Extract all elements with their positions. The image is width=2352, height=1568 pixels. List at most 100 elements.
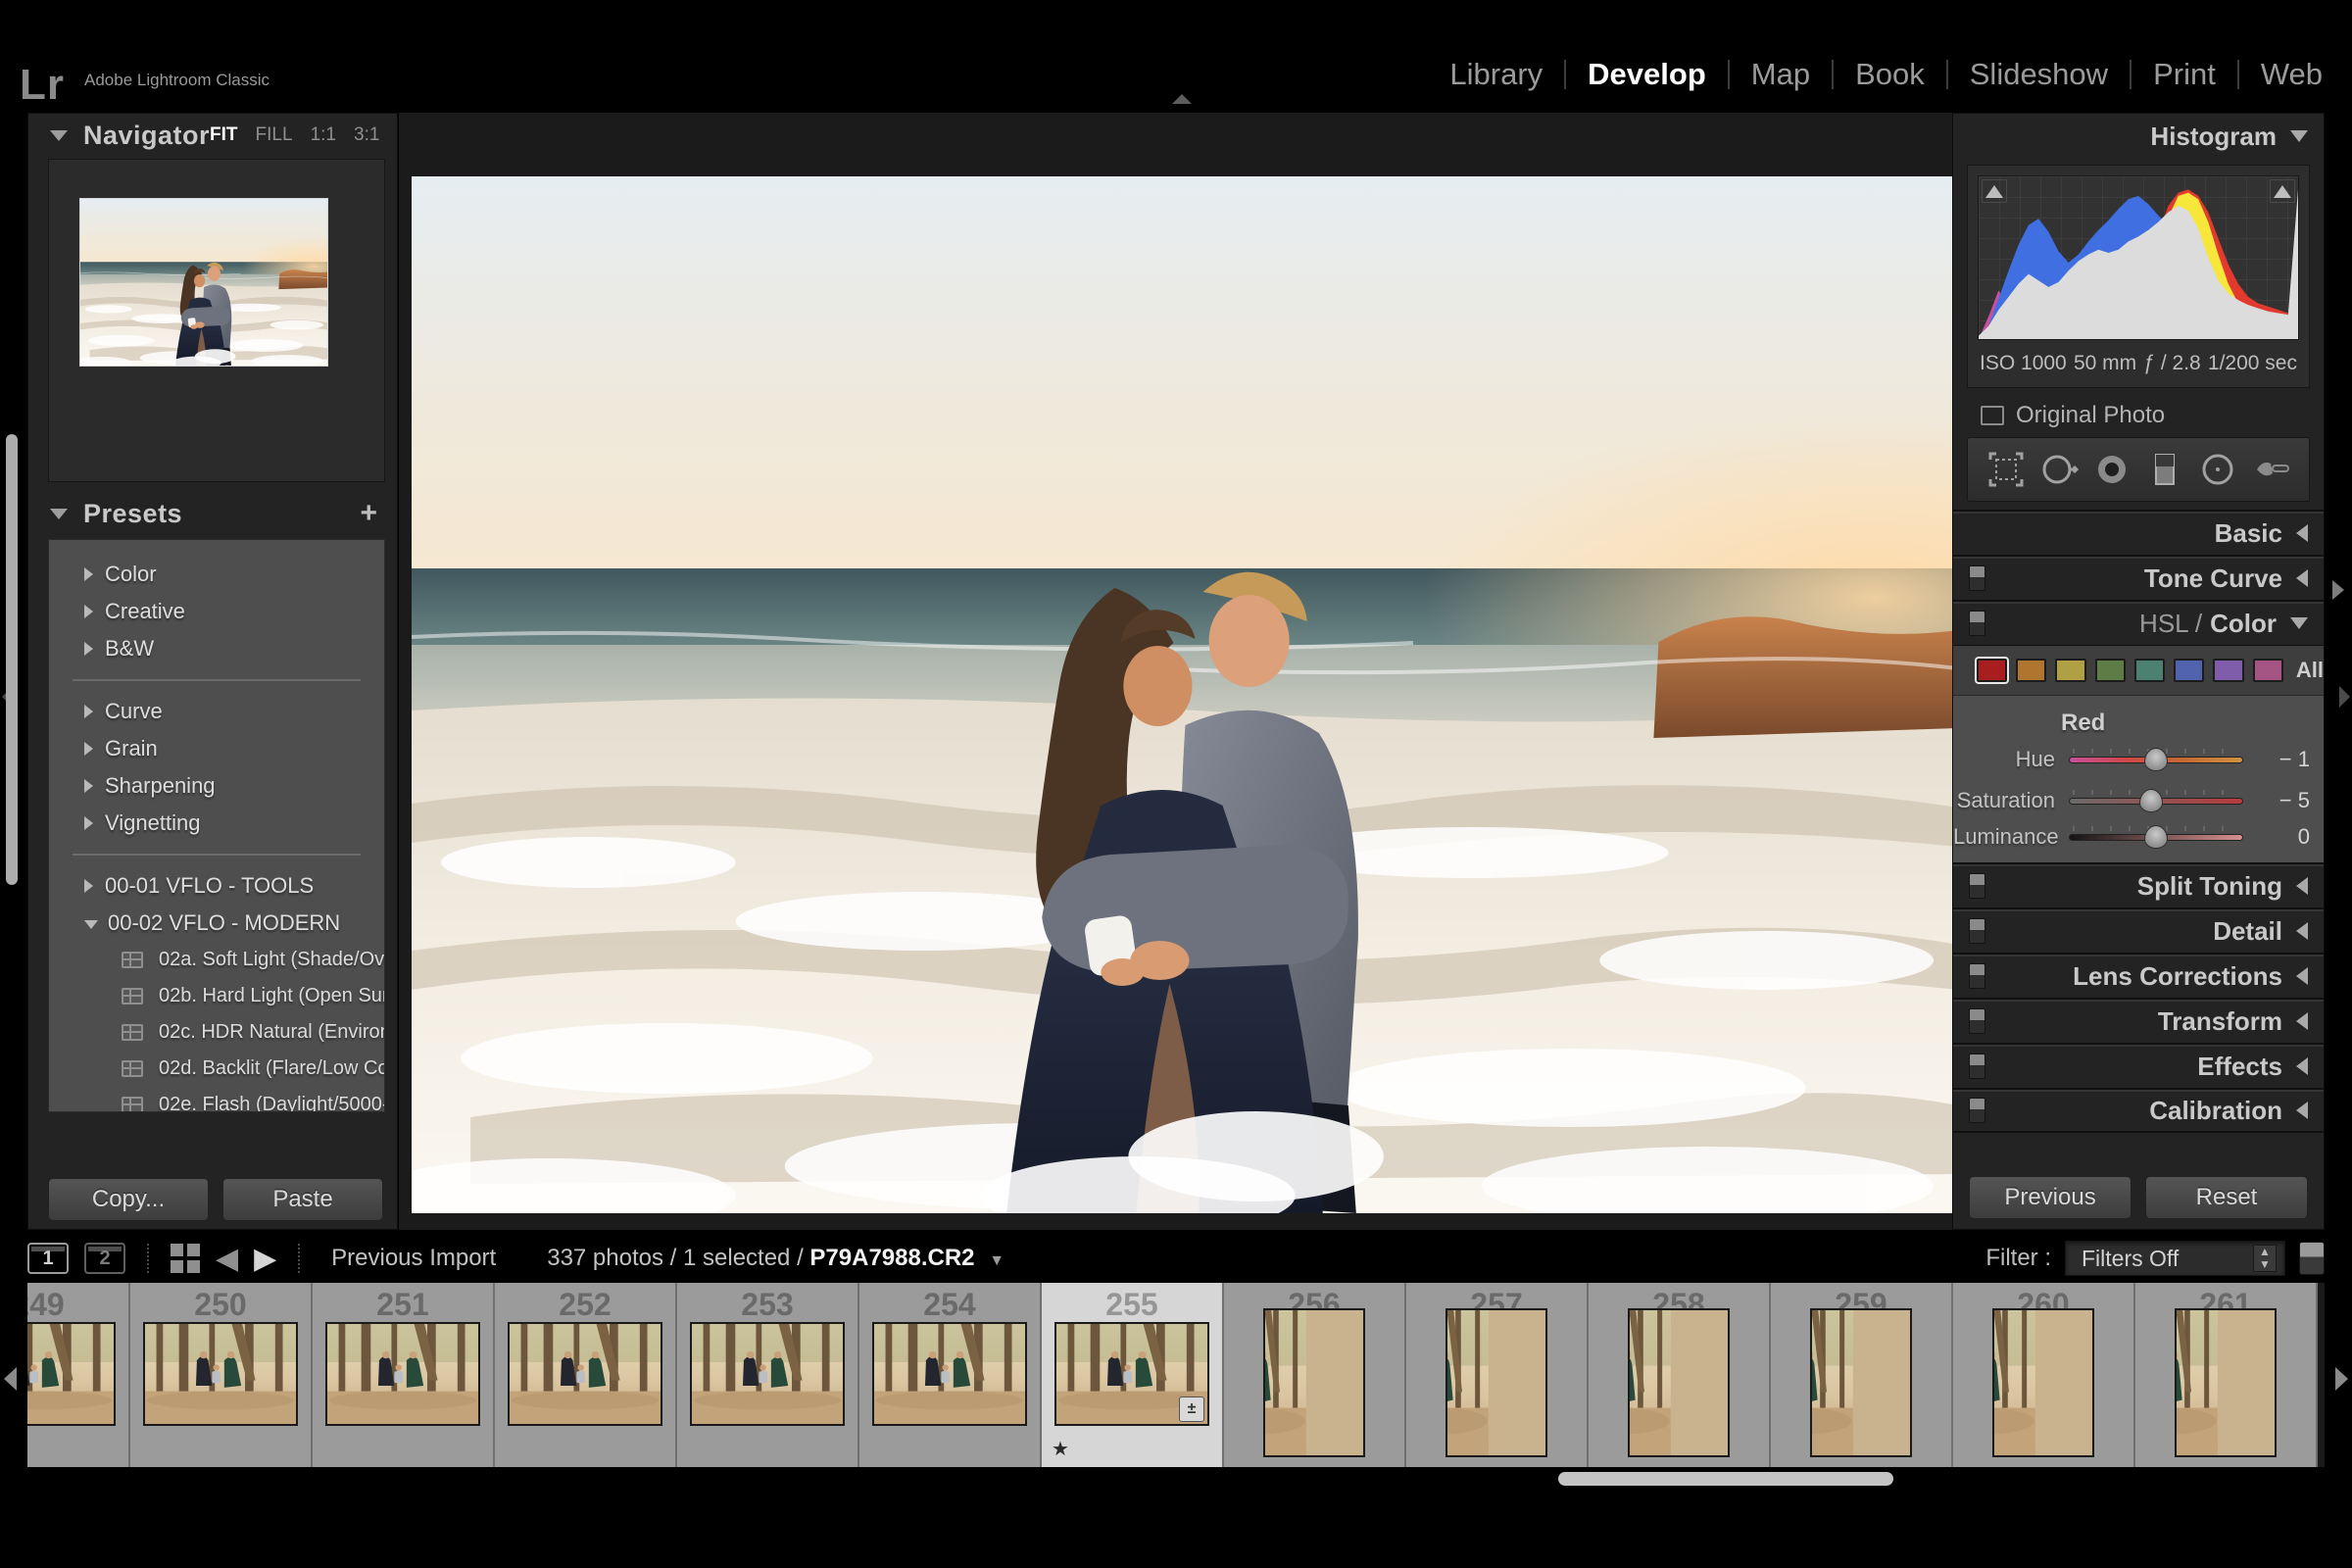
filmstrip-status[interactable]: 337 photos / 1 selected / P79A7988.CR2 ▼ bbox=[547, 1245, 1004, 1272]
filmstrip-cell-255[interactable]: 255★± bbox=[1042, 1283, 1224, 1467]
right-panel-scroll-arrow[interactable] bbox=[2332, 580, 2344, 600]
preset-item[interactable]: 02c. HDR Natural (Environmental) bbox=[49, 1014, 384, 1051]
saturation-thumb[interactable] bbox=[2139, 789, 2163, 812]
hsl-swatch-2[interactable] bbox=[2055, 659, 2085, 682]
filmstrip-cell-253[interactable]: 253 bbox=[677, 1283, 859, 1467]
filmstrip-scroll-right-icon[interactable] bbox=[2335, 1367, 2348, 1391]
adjustment-badge-icon[interactable]: ± bbox=[1179, 1396, 1204, 1422]
luminance-slider[interactable] bbox=[2069, 824, 2243, 850]
transform-panel-header[interactable]: Transform bbox=[1953, 998, 2324, 1043]
preset-folder-vflo-modern[interactable]: 00-02 VFLO - MODERN bbox=[49, 905, 384, 942]
navigator-header[interactable]: Navigator FIT FILL 1:1 3:1 ⇕ bbox=[28, 114, 397, 157]
filmstrip-cell-261[interactable]: 261 bbox=[2135, 1283, 2318, 1467]
photo-thumbnail[interactable] bbox=[1810, 1308, 1912, 1457]
hsl-color-panel-header[interactable]: HSL / Color bbox=[1953, 600, 2324, 645]
filter-dropdown[interactable]: Filters Off ▲▼ bbox=[2065, 1241, 2285, 1276]
filmstrip-cell-249[interactable]: 249 bbox=[27, 1283, 130, 1467]
histogram-header[interactable]: Histogram bbox=[1953, 114, 2324, 159]
preset-item[interactable]: 02d. Backlit (Flare/Low Contrast) bbox=[49, 1051, 384, 1087]
main-window-icon[interactable]: 1 bbox=[27, 1243, 69, 1274]
presets-header[interactable]: Presets + bbox=[28, 492, 397, 535]
grid-view-icon[interactable] bbox=[171, 1244, 200, 1273]
photo-thumbnail[interactable] bbox=[143, 1322, 298, 1426]
filmstrip-cell-252[interactable]: 252 bbox=[495, 1283, 677, 1467]
previous-photo-arrow-icon[interactable]: ◀ bbox=[216, 1242, 238, 1276]
photo-thumbnail[interactable] bbox=[872, 1322, 1027, 1426]
filmstrip-scrollbar[interactable] bbox=[1558, 1472, 1893, 1486]
filmstrip-cell-258[interactable]: 258 bbox=[1589, 1283, 1771, 1467]
module-web[interactable]: Web bbox=[2261, 57, 2323, 92]
highlight-clipping-indicator[interactable] bbox=[2270, 179, 2295, 203]
copy-button[interactable]: Copy... bbox=[48, 1178, 209, 1221]
photo-thumbnail[interactable] bbox=[1446, 1308, 1547, 1457]
hsl-swatch-0[interactable] bbox=[1977, 659, 2007, 682]
photo-thumbnail[interactable] bbox=[2175, 1308, 2277, 1457]
hsl-color-toggle[interactable] bbox=[1969, 611, 1985, 636]
reset-button[interactable]: Reset bbox=[2145, 1176, 2308, 1219]
spot-removal-icon[interactable] bbox=[2037, 448, 2081, 491]
hue-slider[interactable] bbox=[2069, 747, 2243, 772]
crop-overlay-icon[interactable] bbox=[1984, 448, 2028, 491]
effects-toggle[interactable] bbox=[1969, 1054, 1985, 1079]
effects-panel-header[interactable]: Effects bbox=[1953, 1043, 2324, 1088]
zoom-fill[interactable]: FILL bbox=[256, 124, 293, 146]
filmstrip-cell-260[interactable]: 260 bbox=[1953, 1283, 2135, 1467]
paste-button[interactable]: Paste bbox=[222, 1178, 383, 1221]
filmstrip-cell-257[interactable]: 257 bbox=[1406, 1283, 1589, 1467]
module-map[interactable]: Map bbox=[1751, 57, 1810, 92]
filmstrip-scroll-left-icon[interactable] bbox=[4, 1367, 17, 1391]
filmstrip-source[interactable]: Previous Import bbox=[331, 1245, 496, 1272]
photo-thumbnail[interactable] bbox=[1263, 1308, 1365, 1457]
original-photo-checkbox[interactable] bbox=[1981, 406, 2004, 425]
photo-thumbnail[interactable] bbox=[690, 1322, 845, 1426]
hsl-swatch-5[interactable] bbox=[2174, 659, 2204, 682]
histogram-graph[interactable] bbox=[1978, 175, 2299, 340]
preset-group-vignetting[interactable]: Vignetting bbox=[49, 805, 384, 842]
preset-group-creative[interactable]: Creative bbox=[49, 593, 384, 630]
module-book[interactable]: Book bbox=[1855, 57, 1925, 92]
hsl-all-label[interactable]: All bbox=[2296, 658, 2324, 683]
second-window-icon[interactable]: 2 bbox=[84, 1243, 125, 1274]
filmstrip-cell-251[interactable]: 251 bbox=[313, 1283, 495, 1467]
split-toning-panel-header[interactable]: Split Toning bbox=[1953, 862, 2324, 907]
lens-corrections-toggle[interactable] bbox=[1969, 963, 1985, 989]
preset-group-sharpening[interactable]: Sharpening bbox=[49, 767, 384, 805]
photo-thumbnail[interactable] bbox=[1628, 1308, 1730, 1457]
preset-group-curve[interactable]: Curve bbox=[49, 693, 384, 730]
module-print[interactable]: Print bbox=[2153, 57, 2216, 92]
zoom-fit[interactable]: FIT bbox=[210, 124, 238, 146]
calibration-panel-header[interactable]: Calibration bbox=[1953, 1088, 2324, 1133]
hsl-swatch-3[interactable] bbox=[2095, 659, 2126, 682]
preset-item[interactable]: 02a. Soft Light (Shade/Overcast) bbox=[49, 942, 384, 978]
hsl-swatch-1[interactable] bbox=[2016, 659, 2046, 682]
photo-thumbnail[interactable] bbox=[27, 1322, 116, 1426]
hue-thumb[interactable] bbox=[2144, 748, 2168, 771]
hsl-swatch-7[interactable] bbox=[2253, 659, 2283, 682]
module-develop[interactable]: Develop bbox=[1588, 57, 1706, 92]
tone-curve-toggle[interactable] bbox=[1969, 565, 1985, 591]
main-photo[interactable] bbox=[412, 176, 1958, 1213]
preset-group-bw[interactable]: B&W bbox=[49, 630, 384, 667]
calibration-toggle[interactable] bbox=[1969, 1098, 1985, 1123]
add-preset-icon[interactable]: + bbox=[360, 497, 377, 530]
hsl-swatch-4[interactable] bbox=[2134, 659, 2165, 682]
shadow-clipping-indicator[interactable] bbox=[1982, 179, 2007, 203]
collapse-top-panel-icon[interactable] bbox=[1172, 94, 1192, 104]
preset-folder-vflo-tools[interactable]: 00-01 VFLO - TOOLS bbox=[49, 867, 384, 905]
filmstrip-cell-256[interactable]: 256 bbox=[1224, 1283, 1406, 1467]
module-library[interactable]: Library bbox=[1449, 57, 1543, 92]
lens-corrections-panel-header[interactable]: Lens Corrections bbox=[1953, 953, 2324, 998]
photo-thumbnail[interactable] bbox=[325, 1322, 480, 1426]
transform-toggle[interactable] bbox=[1969, 1008, 1985, 1034]
zoom-1-1[interactable]: 1:1 bbox=[311, 124, 336, 146]
split-toning-toggle[interactable] bbox=[1969, 873, 1985, 899]
next-photo-arrow-icon[interactable]: ▶ bbox=[254, 1242, 276, 1276]
photo-thumbnail[interactable] bbox=[1992, 1308, 2094, 1457]
preset-item[interactable]: 02e. Flash (Daylight/5000-6000K) bbox=[49, 1087, 384, 1112]
basic-panel-header[interactable]: Basic bbox=[1953, 510, 2324, 555]
preset-group-grain[interactable]: Grain bbox=[49, 730, 384, 767]
navigator-preview[interactable] bbox=[48, 159, 385, 482]
star-rating-icon[interactable]: ★ bbox=[1052, 1437, 1069, 1461]
filmstrip-cell-250[interactable]: 250 bbox=[130, 1283, 313, 1467]
radial-filter-icon[interactable] bbox=[2196, 448, 2239, 491]
